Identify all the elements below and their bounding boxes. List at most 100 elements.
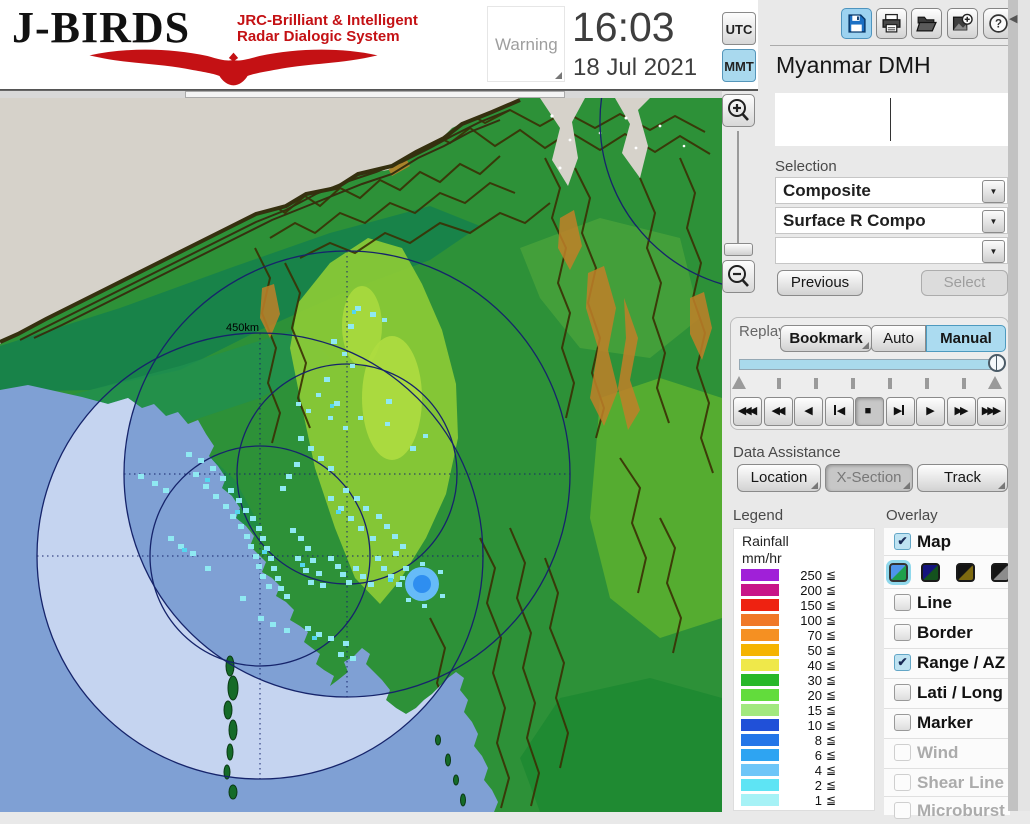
stop-button[interactable]: ■ <box>855 397 884 426</box>
overlay-row-shear-line: Shear Line <box>884 768 1010 796</box>
map-viewport[interactable]: 450km <box>0 90 722 812</box>
legend-row: 200 ≦ <box>734 583 874 598</box>
logo-tagline-1: JRC-Brilliant & Intelligent <box>237 12 418 29</box>
legend-section-label: Legend <box>733 507 784 524</box>
legend-swatch <box>741 584 779 596</box>
slider-start-marker <box>732 376 746 389</box>
lati-long-checkbox[interactable] <box>894 684 911 701</box>
step-forward-button[interactable]: ▶ <box>886 397 915 426</box>
legend-swatch <box>741 569 779 581</box>
open-file-button[interactable] <box>911 8 942 39</box>
slider-tick <box>814 378 818 389</box>
printer-icon <box>882 13 901 33</box>
time-slider-track[interactable] <box>739 359 998 370</box>
play-backward-button[interactable]: ◀ <box>794 397 823 426</box>
legend-swatch <box>741 764 779 776</box>
previous-button[interactable]: Previous <box>777 270 863 296</box>
save-button[interactable] <box>841 8 872 39</box>
time-slider-handle[interactable] <box>988 354 1006 372</box>
location-button[interactable]: Location <box>737 464 821 492</box>
open-folder-icon <box>916 16 937 32</box>
map-style-swatch-3[interactable] <box>956 563 975 582</box>
legend-swatch <box>741 689 779 701</box>
map-horizontal-scroll-thumb[interactable] <box>185 91 565 98</box>
step-backward-button[interactable]: ◀ <box>825 397 854 426</box>
map-style-swatch-2[interactable] <box>921 563 940 582</box>
overlay-row-lati-long: Lati / Long <box>884 678 1010 708</box>
header: J-BIRDS JRC-Brilliant & Intelligent Rada… <box>0 0 758 91</box>
overlay-row-microburst: Microburst <box>884 796 1010 824</box>
legend-row: 4 ≦ <box>734 763 874 778</box>
legend-swatch <box>741 749 779 761</box>
svg-text:?: ? <box>995 19 1002 31</box>
magnifier-minus-icon <box>728 265 749 287</box>
zoom-slider-handle[interactable] <box>724 243 753 256</box>
rewind-fast-button[interactable]: ◀◀ <box>764 397 793 426</box>
chevron-down-icon[interactable]: ▼ <box>982 180 1005 203</box>
utc-button[interactable]: UTC <box>722 12 756 45</box>
play-forward-button[interactable]: ▶ <box>916 397 945 426</box>
legend-swatch <box>741 659 779 671</box>
legend-unit-line1: Rainfall <box>742 533 789 549</box>
legend-row: 8 ≦ <box>734 733 874 748</box>
panel-resize-divider[interactable] <box>1008 0 1018 811</box>
overlay-row-border: Border <box>884 618 1010 648</box>
overlay-label-marker: Marker <box>917 713 973 732</box>
print-button[interactable] <box>876 8 907 39</box>
border-checkbox[interactable] <box>894 624 911 641</box>
map-checkbox[interactable]: ✔ <box>894 533 911 550</box>
select-button[interactable]: Select <box>921 270 1008 296</box>
forward-fast-button[interactable]: ▶▶ <box>947 397 976 426</box>
track-button[interactable]: Track <box>917 464 1008 492</box>
range-az-checkbox[interactable]: ✔ <box>894 654 911 671</box>
legend-swatch <box>741 674 779 686</box>
dropdown-product[interactable]: Surface R Compo ▼ <box>775 207 1008 234</box>
eagle-logo-icon <box>89 49 378 86</box>
overlay-label-shear-line: Shear Line <box>917 773 1004 792</box>
panel-collapse-icon[interactable]: ◀ <box>1009 12 1017 25</box>
overlay-row-wind: Wind <box>884 738 1010 768</box>
overlay-label-wind: Wind <box>917 743 959 762</box>
dropdown-extra[interactable]: ▼ <box>775 237 1008 264</box>
dropdown-composite[interactable]: Composite ▼ <box>775 177 1008 204</box>
auto-mode-button[interactable]: Auto <box>871 325 926 352</box>
legend-row: 30 ≦ <box>734 673 874 688</box>
legend-panel: Rainfall mm/hr 250 ≦ 200 ≦ 150 ≦ 100 ≦ 70 ≦ 5… <box>733 528 875 811</box>
station-name: Myanmar DMH <box>776 52 931 78</box>
line-checkbox[interactable] <box>894 594 911 611</box>
zoom-slider-track[interactable] <box>737 131 739 255</box>
dropdown-composite-value: Composite <box>783 181 871 200</box>
chevron-down-icon[interactable]: ▼ <box>982 210 1005 233</box>
marker-checkbox[interactable] <box>894 714 911 731</box>
rewind-fastest-button[interactable]: ◀◀◀ <box>733 397 762 426</box>
capture-image-button[interactable] <box>947 8 978 39</box>
legend-swatch <box>741 719 779 731</box>
panel-divider-line <box>770 45 1008 46</box>
overlay-row-marker: Marker <box>884 708 1010 738</box>
map-style-swatch-1[interactable] <box>889 563 908 582</box>
dropdown-product-value: Surface R Compo <box>783 211 926 230</box>
replay-label: Replay <box>739 323 786 340</box>
manual-mode-button[interactable]: Manual <box>926 325 1006 352</box>
overlay-panel: ✔ Map Line Border ✔ Range / AZ Lati / Lo… <box>884 528 1010 820</box>
forward-fastest-button[interactable]: ▶▶▶ <box>977 397 1006 426</box>
legend-row: 15 ≦ <box>734 703 874 718</box>
slider-tick <box>888 378 892 389</box>
legend-row: 1 ≦ <box>734 793 874 808</box>
slider-tick <box>962 378 966 389</box>
zoom-out-button[interactable] <box>722 260 755 293</box>
warning-panel[interactable]: Warning <box>487 6 565 82</box>
x-section-button[interactable]: X-Section <box>825 464 913 492</box>
question-mark-icon: ? <box>989 14 1008 33</box>
floppy-disk-icon <box>848 14 866 33</box>
overlay-label-border: Border <box>917 623 973 642</box>
station-list-box[interactable] <box>775 93 1008 146</box>
zoom-in-button[interactable] <box>722 94 755 127</box>
map-horizontal-scrollbar[interactable] <box>0 91 722 98</box>
radar-map[interactable]: 450km <box>0 98 722 812</box>
chevron-down-icon[interactable]: ▼ <box>982 240 1005 263</box>
mmt-button[interactable]: MMT <box>722 49 756 82</box>
bookmark-button[interactable]: Bookmark <box>780 325 872 352</box>
overlay-label-microburst: Microburst <box>917 801 1005 820</box>
legend-row: 10 ≦ <box>734 718 874 733</box>
